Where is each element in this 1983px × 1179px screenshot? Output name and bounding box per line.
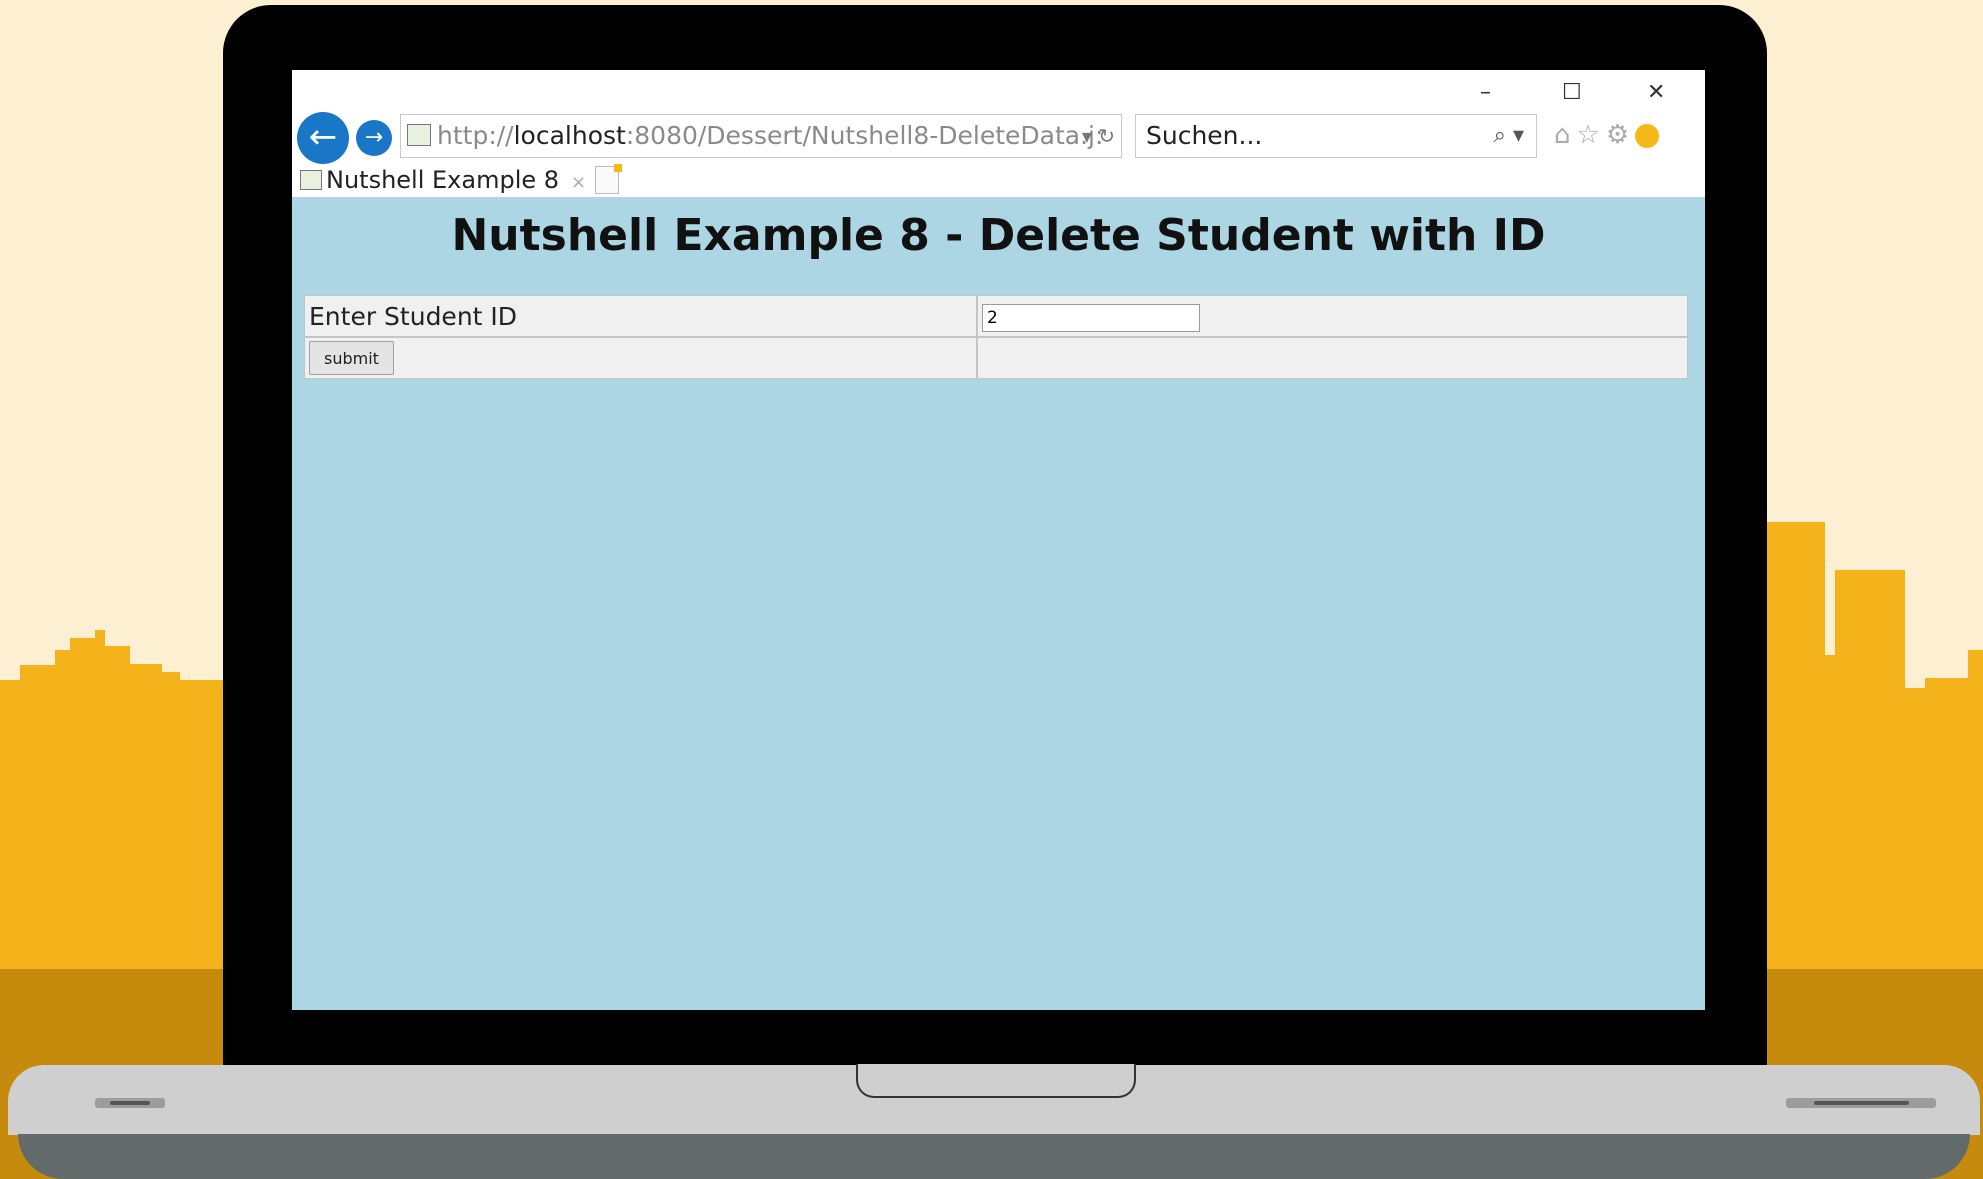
browser-screen: – ☐ ✕ ← → http://localhost:8080/Dessert/… [292,70,1705,1010]
browser-chrome: – ☐ ✕ ← → http://localhost:8080/Dessert/… [292,70,1705,197]
id-label: Enter Student ID [309,301,518,331]
back-arrow-icon[interactable]: ← [297,112,349,164]
id-input-cell [977,295,1688,337]
address-bar[interactable]: http://localhost:8080/Dessert/Nutshell8-… [400,114,1122,158]
laptop-base-shadow [18,1134,1970,1179]
student-id-input[interactable] [982,304,1200,332]
tab-nutshell-example-8[interactable]: Nutshell Example 8 × [300,164,586,196]
url-prefix: http:// [437,121,514,150]
student-form: Enter Student ID submit [304,295,1688,379]
url-rest: :8080/Dessert/Nutshell8-DeleteData.j: [625,121,1104,150]
close-button[interactable]: ✕ [1647,80,1665,105]
toolbar-icons: ⌂☆⚙ [1554,120,1660,150]
submit-button[interactable]: submit [309,341,394,376]
search-input[interactable]: Suchen... ⌕ ▾ [1135,114,1537,158]
submit-cell: submit [304,337,977,379]
tab-close-icon[interactable]: × [571,172,586,193]
table-row: Enter Student ID [304,295,1688,337]
search-icon[interactable]: ⌕ ▾ [1494,115,1524,157]
forward-arrow-icon[interactable]: → [356,120,392,156]
favorites-star-icon[interactable]: ☆ [1577,120,1606,150]
tab-page-icon [300,170,322,190]
feedback-smiley-icon[interactable] [1635,123,1660,148]
laptop-opening-notch [856,1064,1136,1098]
table-row: submit [304,337,1688,379]
url-host: localhost [513,121,626,150]
id-label-cell: Enter Student ID [304,295,977,337]
search-placeholder: Suchen... [1146,121,1263,150]
page-icon [407,124,431,146]
refresh-icon[interactable]: ▾ ↻ [1082,115,1115,157]
page-title: Nutshell Example 8 - Delete Student with… [451,210,1546,261]
laptop-vent-right [1786,1098,1936,1108]
empty-cell [977,337,1688,379]
new-tab-icon[interactable] [595,164,622,194]
settings-gear-icon[interactable]: ⚙ [1606,120,1635,150]
tab-title: Nutshell Example 8 [326,166,560,194]
home-icon[interactable]: ⌂ [1554,120,1577,150]
minimize-button[interactable]: – [1480,80,1491,105]
laptop-vent-left [95,1098,165,1108]
maximize-button[interactable]: ☐ [1562,80,1582,105]
